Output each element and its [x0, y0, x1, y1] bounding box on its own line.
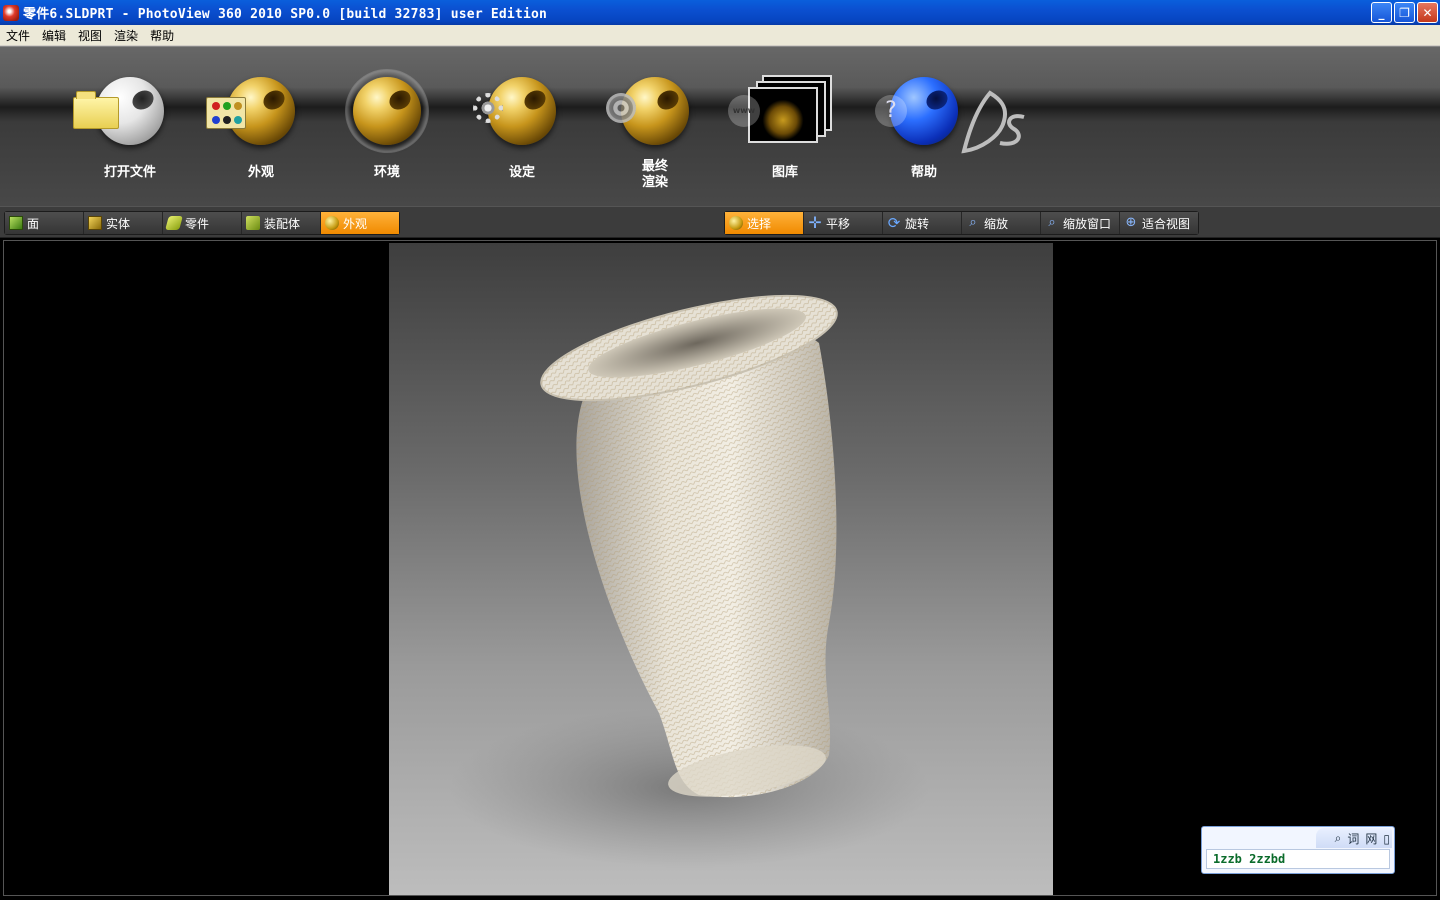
view-zoom-window-label: 缩放窗口	[1063, 216, 1112, 231]
help-button[interactable]: ? 帮助	[857, 75, 977, 195]
rotate-icon: ⟳	[887, 214, 901, 232]
filter-face-label: 面	[27, 216, 40, 231]
gallery-icon	[748, 75, 832, 149]
menu-view[interactable]: 视图	[72, 27, 108, 44]
view-select-label: 选择	[747, 216, 772, 231]
filter-face[interactable]: 面	[5, 212, 84, 234]
restore-button[interactable]: ❐	[1394, 2, 1415, 23]
final-render-button[interactable]: 最终 渲染	[588, 75, 708, 195]
filter-part[interactable]: 零件	[163, 212, 242, 234]
appearance-button[interactable]: 外观	[194, 75, 314, 195]
www-icon: www	[728, 95, 760, 127]
filter-solid[interactable]: 实体	[84, 212, 163, 234]
gear-icon	[473, 93, 503, 123]
view-fit[interactable]: ⊕ 适合视图	[1120, 212, 1198, 234]
vase-model[interactable]	[389, 243, 1053, 895]
menu-help[interactable]: 帮助	[144, 27, 180, 44]
filter-part-label: 零件	[185, 216, 210, 231]
question-mark-icon: ?	[875, 95, 907, 127]
solid-icon	[88, 216, 102, 230]
dictionary-tab-web[interactable]: 网	[1365, 830, 1377, 847]
appearance-label: 外观	[247, 165, 274, 180]
close-button[interactable]: ✕	[1417, 2, 1438, 23]
select-icon	[729, 216, 743, 230]
help-label: 帮助	[910, 165, 937, 180]
final-render-label-line1: 最终	[641, 159, 668, 174]
secondary-toolbar: 面 实体 零件 装配体 外观 选择 ✛ 平移 ⟳ 旋转 ⌕ 缩放 ⌕ 缩放窗口 …	[0, 206, 1440, 238]
filter-assembly-label: 装配体	[264, 216, 301, 231]
filter-bar: 面 实体 零件 装配体 外观	[4, 211, 400, 235]
gallery-label: 图库	[771, 165, 798, 180]
view-fit-label: 适合视图	[1142, 216, 1191, 231]
gallery-button[interactable]: www 图库	[718, 75, 838, 195]
document-icon[interactable]: ▯	[1383, 832, 1390, 846]
final-render-label-line2: 渲染	[641, 175, 668, 190]
minimize-button[interactable]: _	[1371, 2, 1392, 23]
filter-appearance-label: 外观	[343, 216, 368, 231]
target-icon	[606, 93, 636, 123]
render-viewport[interactable]	[3, 240, 1437, 896]
window-title: 零件6.SLDPRT - PhotoView 360 2010 SP0.0 [b…	[23, 7, 548, 22]
part-icon	[165, 216, 183, 230]
search-icon[interactable]: ⌕	[1335, 831, 1342, 846]
view-pan[interactable]: ✛ 平移	[804, 212, 883, 234]
main-toolbar: 打开文件 外观 环境 设定 最终 渲染 www 图库 ? 帮助	[0, 46, 1440, 206]
zoom-window-icon: ⌕	[1048, 215, 1056, 230]
dictionary-tab-word[interactable]: 词	[1347, 830, 1359, 847]
view-zoom[interactable]: ⌕ 缩放	[962, 212, 1041, 234]
view-rotate-label: 旋转	[905, 216, 930, 231]
view-zoom-window[interactable]: ⌕ 缩放窗口	[1041, 212, 1120, 234]
render-canvas[interactable]	[389, 243, 1053, 895]
menu-file[interactable]: 文件	[0, 27, 36, 44]
face-icon	[9, 216, 23, 230]
fit-view-icon: ⊕	[1125, 215, 1137, 230]
dictionary-tabs: ⌕ 词 网 ▯	[1335, 830, 1390, 847]
filter-appearance[interactable]: 外观	[321, 212, 399, 234]
menu-render[interactable]: 渲染	[108, 27, 144, 44]
open-file-button[interactable]: 打开文件	[63, 75, 183, 195]
settings-button[interactable]: 设定	[455, 75, 575, 195]
title-bar: 零件6.SLDPRT - PhotoView 360 2010 SP0.0 [b…	[0, 0, 1440, 25]
menu-bar: 文件 编辑 视图 渲染 帮助	[0, 25, 1440, 46]
window-controls: _ ❐ ✕	[1371, 2, 1438, 23]
settings-label: 设定	[508, 165, 535, 180]
folder-icon	[73, 91, 119, 129]
palette-icon	[206, 97, 246, 129]
environment-icon	[353, 77, 421, 145]
view-bar: 选择 ✛ 平移 ⟳ 旋转 ⌕ 缩放 ⌕ 缩放窗口 ⊕ 适合视图	[724, 211, 1199, 235]
environment-label: 环境	[373, 165, 400, 180]
zoom-icon: ⌕	[969, 215, 977, 230]
filter-solid-label: 实体	[106, 216, 131, 231]
dictionary-widget[interactable]: ⌕ 词 网 ▯ 1zzb 2zzbd	[1201, 826, 1395, 874]
ds-logo-icon	[961, 90, 1025, 154]
open-file-label: 打开文件	[103, 165, 156, 180]
view-zoom-label: 缩放	[984, 216, 1009, 231]
environment-button[interactable]: 环境	[320, 69, 440, 195]
assembly-icon	[246, 216, 260, 230]
filter-assembly[interactable]: 装配体	[242, 212, 321, 234]
view-select[interactable]: 选择	[725, 212, 804, 234]
final-render-label: 最终 渲染	[588, 159, 722, 191]
view-rotate[interactable]: ⟳ 旋转	[883, 212, 962, 234]
view-pan-label: 平移	[826, 216, 851, 231]
pan-icon: ✛	[808, 213, 822, 232]
menu-edit[interactable]: 编辑	[36, 27, 72, 44]
dictionary-text[interactable]: 1zzb 2zzbd	[1206, 849, 1390, 869]
app-icon[interactable]	[3, 4, 19, 21]
appearance-small-icon	[325, 216, 339, 230]
